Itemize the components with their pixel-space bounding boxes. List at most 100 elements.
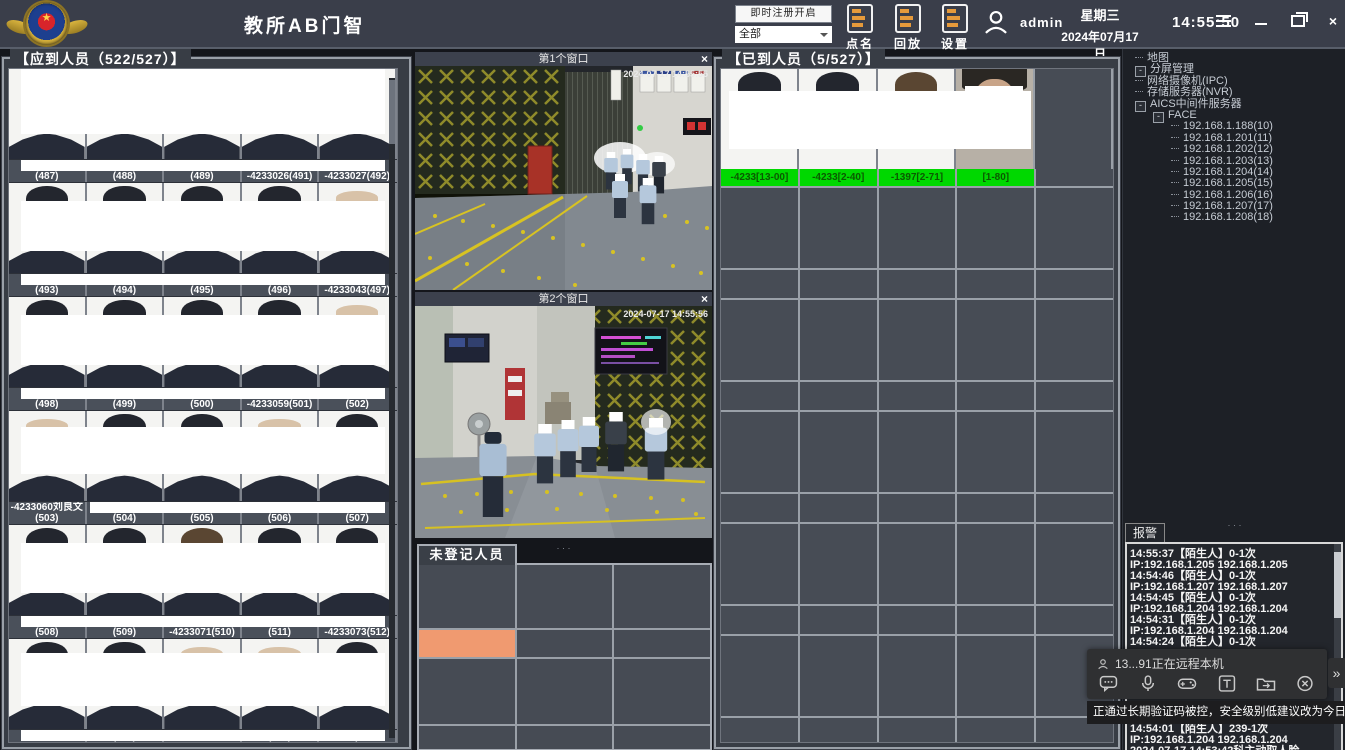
- tree-connector: [1171, 194, 1179, 195]
- grid-cell: [957, 382, 1036, 410]
- camera-feed-2[interactable]: 2024-07-17 14:55:56: [415, 306, 712, 538]
- playback-icon: [895, 4, 921, 33]
- uniform-shape: [242, 702, 318, 729]
- top-bar: 教所AB门智 即时注册开启 全部 点名 回放 设置 admin 星期三 202: [0, 0, 1345, 49]
- tab-unregistered[interactable]: 未登记人员: [417, 544, 517, 565]
- video-window-2-header[interactable]: 第2个窗口 ×: [415, 292, 712, 306]
- fire-cabinet: [528, 146, 552, 194]
- collapse-remote-panel-button[interactable]: »: [1328, 658, 1345, 688]
- grid-cell: [1036, 412, 1113, 492]
- photo-row: [9, 297, 397, 387]
- grid-cell: [721, 300, 800, 380]
- grid-cell: [879, 412, 958, 492]
- camera-feed-1[interactable]: 2024-07-17 14:55:55: [415, 66, 712, 290]
- arrived-personnel-panel: 【已到人员（5/527）】 -4233[13-00] -4233[2-40] -…: [714, 57, 1120, 749]
- grid-cell: [800, 636, 879, 716]
- grid-cell: [721, 636, 800, 716]
- grid-cell: [957, 718, 1036, 743]
- scrollbar-thumb[interactable]: [1334, 552, 1341, 618]
- tree-connector: [1171, 137, 1179, 138]
- current-user[interactable]: admin: [982, 8, 1063, 36]
- empty-photo-slot: [1035, 69, 1113, 169]
- grid-cell: [517, 659, 615, 724]
- video-window-2-title: 第2个窗口: [538, 293, 588, 305]
- privacy-redaction: [729, 91, 1031, 149]
- privacy-redaction: [21, 201, 386, 251]
- rollcall-icon: [847, 4, 873, 33]
- tree-collapse-icon[interactable]: [1135, 101, 1146, 112]
- tree-collapse-icon[interactable]: [1153, 112, 1164, 123]
- file-transfer-icon[interactable]: [1256, 675, 1276, 692]
- filter-select[interactable]: 全部: [735, 26, 832, 43]
- minimize-icon[interactable]: [1255, 23, 1267, 25]
- grid-cell: [957, 524, 1036, 604]
- playback-button[interactable]: 回放: [886, 4, 930, 52]
- grid-cell: [957, 270, 1036, 298]
- uniform-shape: [319, 702, 395, 729]
- tab-alarm[interactable]: 报警: [1125, 523, 1165, 543]
- tree-item-aics-server[interactable]: AICS中间件服务器: [1127, 99, 1344, 110]
- grid-row: [419, 630, 710, 659]
- grid-cell: [721, 270, 800, 298]
- grid-cell: [800, 606, 879, 634]
- photo-row: [9, 639, 397, 729]
- arrived-label: [1-80]: [957, 169, 1036, 186]
- microphone-icon[interactable]: [1138, 675, 1158, 692]
- arrived-photo-row: [721, 69, 1113, 169]
- user-icon: [982, 8, 1010, 36]
- instant-register-button[interactable]: 即时注册开启: [735, 5, 832, 23]
- disconnect-icon[interactable]: [1295, 675, 1315, 692]
- unregistered-alert-cell[interactable]: [419, 630, 517, 657]
- photo-row: [9, 183, 397, 273]
- tree-connector: [1171, 148, 1179, 149]
- security-warning-text: 正通过长期验证码被控，安全级别低建议改为今日验证码: [1093, 701, 1345, 724]
- close-window-icon[interactable]: ×: [701, 292, 708, 306]
- tree-connector: [1135, 80, 1143, 81]
- camera1-timestamp: 2024-07-17 14:55:55: [623, 69, 708, 79]
- badge-emblem: [25, 2, 68, 45]
- tree-connector: [1135, 57, 1143, 58]
- alarm-entry: 2024-07-17 14:53:42科主动取人脸: [1127, 746, 1341, 750]
- weekday: 星期三: [1058, 5, 1142, 24]
- label-row: (514) (516) ): [9, 729, 397, 743]
- person-label: -4233060刘良文(503): [9, 502, 87, 524]
- left-panel-scrollbar[interactable]: [389, 78, 395, 738]
- close-icon[interactable]: ×: [1329, 15, 1337, 27]
- tree-item-camera[interactable]: 192.168.1.208(18): [1127, 212, 1344, 223]
- rollcall-button[interactable]: 点名: [838, 4, 882, 52]
- uniform-shape: [87, 702, 163, 729]
- tree-connector: [1171, 205, 1179, 206]
- empty-grid-row: [721, 606, 1113, 636]
- tree-connector: [1135, 91, 1143, 92]
- app-window: 教所AB门智 即时注册开启 全部 点名 回放 设置 admin 星期三 202: [0, 0, 1345, 750]
- arrived-label: -1397[2-71]: [879, 169, 958, 186]
- signal-light: [637, 125, 643, 131]
- uniform-shape: [164, 132, 240, 159]
- remote-control-icon[interactable]: [1177, 675, 1197, 692]
- grid-cell: [957, 606, 1036, 634]
- settings-button[interactable]: 设置: [933, 4, 977, 52]
- grid-cell: [800, 270, 879, 298]
- grid-cell: [879, 718, 958, 743]
- grid-cell: [419, 726, 517, 750]
- video-window-1-header[interactable]: 第1个窗口 ×: [415, 52, 712, 66]
- chat-icon[interactable]: [1099, 675, 1119, 692]
- restore-icon[interactable]: [1291, 15, 1305, 27]
- grid-cell: [800, 188, 879, 268]
- grid-cell: [614, 565, 710, 628]
- photo-row: [9, 525, 397, 615]
- scrollbar-thumb[interactable]: [389, 80, 395, 144]
- grid-cell: [879, 270, 958, 298]
- grid-cell: [721, 188, 800, 268]
- close-window-icon[interactable]: ×: [701, 52, 708, 66]
- tree-connector: [1171, 216, 1179, 217]
- security-warning-banner: 正通过长期验证码被控，安全级别低建议改为今日验证码 »: [1087, 701, 1345, 724]
- privacy-redaction: [21, 69, 386, 134]
- filter-value: 全部: [739, 26, 761, 43]
- text-tool-icon[interactable]: [1217, 675, 1237, 692]
- grid-row: [419, 659, 710, 726]
- horizontal-splitter[interactable]: [1123, 515, 1345, 521]
- grid-cell: [721, 524, 800, 604]
- task-list-icon[interactable]: [1216, 15, 1231, 27]
- privacy-redaction: [21, 388, 386, 399]
